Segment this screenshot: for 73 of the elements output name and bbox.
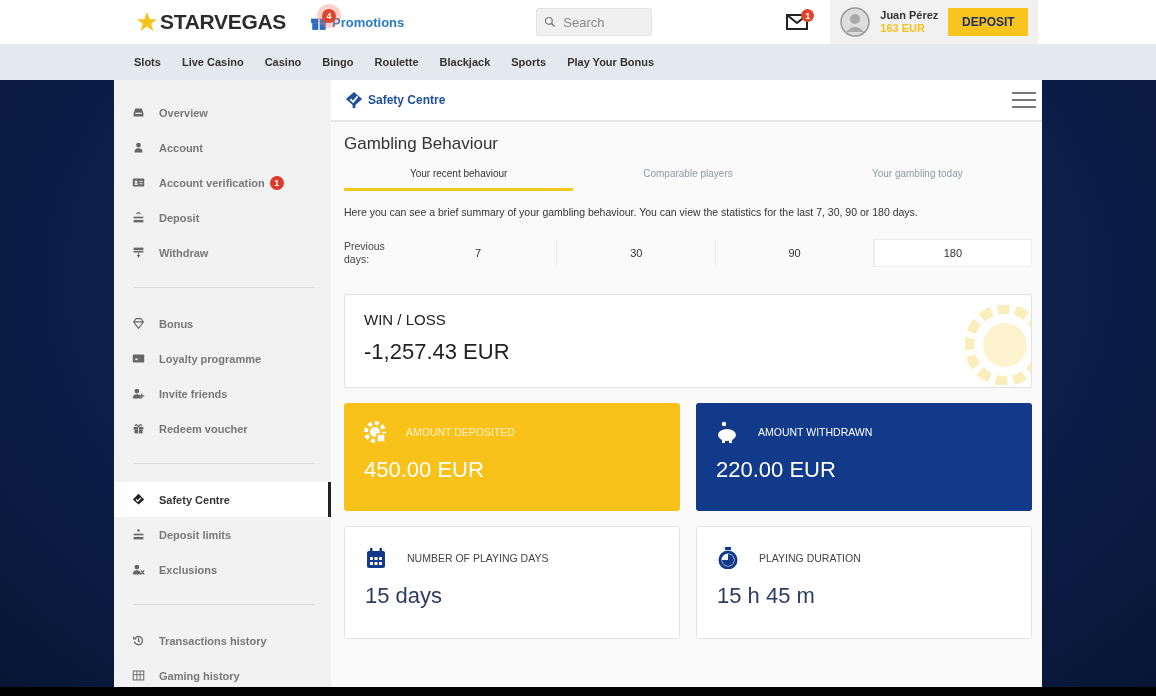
sidebar-item[interactable]: Bonus: [114, 306, 331, 341]
nav-link[interactable]: Blackjack: [439, 56, 491, 68]
card-value: 15 days: [365, 583, 444, 609]
user-name: Juan Pérez: [880, 9, 939, 22]
sidebar-item[interactable]: Deposit limits: [114, 517, 331, 552]
spade-check-icon: [132, 493, 145, 506]
tab[interactable]: Your recent behaviour: [344, 168, 574, 191]
period-option[interactable]: 180: [873, 239, 1032, 267]
nav-link[interactable]: Casino: [264, 56, 302, 68]
gift-icon: [132, 422, 145, 435]
nav-link[interactable]: Bingo: [322, 56, 354, 68]
stack-icon: [132, 528, 145, 541]
panel-title: Safety Centre: [368, 93, 446, 107]
tray-icon: [132, 246, 145, 259]
person-plus-icon: [132, 387, 145, 400]
card-value: 220.00 EUR: [716, 457, 837, 483]
section-heading: Gambling Behaviour: [344, 134, 500, 155]
sidebar-item[interactable]: Account: [114, 130, 331, 165]
sidebar-item[interactable]: Invite friends: [114, 376, 331, 411]
menu-icon[interactable]: [1012, 91, 1036, 109]
spade-check-icon: [345, 91, 363, 109]
nav-link[interactable]: Roulette: [374, 56, 419, 68]
card-label: WIN / LOSS: [364, 311, 447, 328]
period-option[interactable]: 90: [715, 239, 874, 267]
avatar-icon: [840, 7, 871, 37]
sidebar-item[interactable]: Redeem voucher: [114, 411, 331, 446]
coin-icon: [965, 305, 1031, 385]
sidebar-item[interactable]: Withdraw: [114, 235, 331, 270]
calendar-icon: [365, 547, 387, 569]
envelope-icon[interactable]: [786, 14, 809, 30]
sidebar-item[interactable]: Transactions history: [114, 623, 331, 658]
deposit-button[interactable]: DEPOSIT: [948, 8, 1029, 36]
sidebar-item[interactable]: Safety Centre: [114, 482, 331, 517]
nav-link[interactable]: Slots: [134, 56, 161, 68]
piggy-bank-icon: [716, 421, 738, 443]
star-icon: [136, 11, 158, 33]
sidebar-item[interactable]: Exclusions: [114, 552, 331, 587]
chip-icon: [364, 421, 386, 443]
card-label: AMOUNT WITHDRAWN: [758, 426, 873, 438]
search-field[interactable]: Search: [536, 8, 653, 36]
stopwatch-icon: [717, 547, 739, 569]
person-cross-icon: [132, 563, 145, 576]
id-card-icon: [132, 176, 145, 189]
sidebar-item[interactable]: Overview: [114, 95, 331, 130]
card-value: 15 h 45 m: [717, 583, 816, 609]
logo-text[interactable]: STARVEGAS: [160, 10, 287, 34]
nav-link[interactable]: Sports: [511, 56, 547, 68]
card-label: PLAYING DURATION: [759, 552, 861, 564]
nav-link[interactable]: Live Casino: [181, 56, 244, 68]
count-badge: 1: [801, 9, 815, 22]
diamond-icon: [132, 317, 145, 330]
card-value: -1,257.43 EUR: [364, 339, 510, 365]
tray-icon: [132, 211, 145, 224]
card-icon: [132, 352, 145, 365]
sidebar-item[interactable]: Account verification 1: [114, 165, 331, 200]
inbox-icon: [132, 106, 145, 119]
card-value: 450.00 EUR: [364, 457, 485, 483]
count-badge: 1: [269, 175, 284, 190]
card-label: AMOUNT DEPOSITED: [406, 426, 515, 438]
person-icon: [132, 141, 145, 154]
period-option[interactable]: 30: [557, 239, 716, 267]
sidebar-item[interactable]: Deposit: [114, 200, 331, 235]
card-label: NUMBER OF PLAYING DAYS: [407, 552, 549, 564]
sidebar-item[interactable]: Gaming history: [114, 658, 331, 687]
nav-link[interactable]: Play Your Bonus: [567, 56, 655, 68]
history-icon: [132, 634, 145, 647]
sidebar-item[interactable]: Loyalty programme: [114, 341, 331, 376]
search-icon: [544, 16, 557, 28]
period-option[interactable]: 7: [399, 239, 558, 267]
balance: 163 EUR: [880, 22, 926, 35]
description: Here you can see a brief summary of your gambling behaviour. You can view the statistics for the last 7, 30, 90 or 180 days.: [344, 205, 919, 220]
grid-icon: [132, 669, 145, 682]
period-label: Previous days:: [344, 240, 386, 266]
